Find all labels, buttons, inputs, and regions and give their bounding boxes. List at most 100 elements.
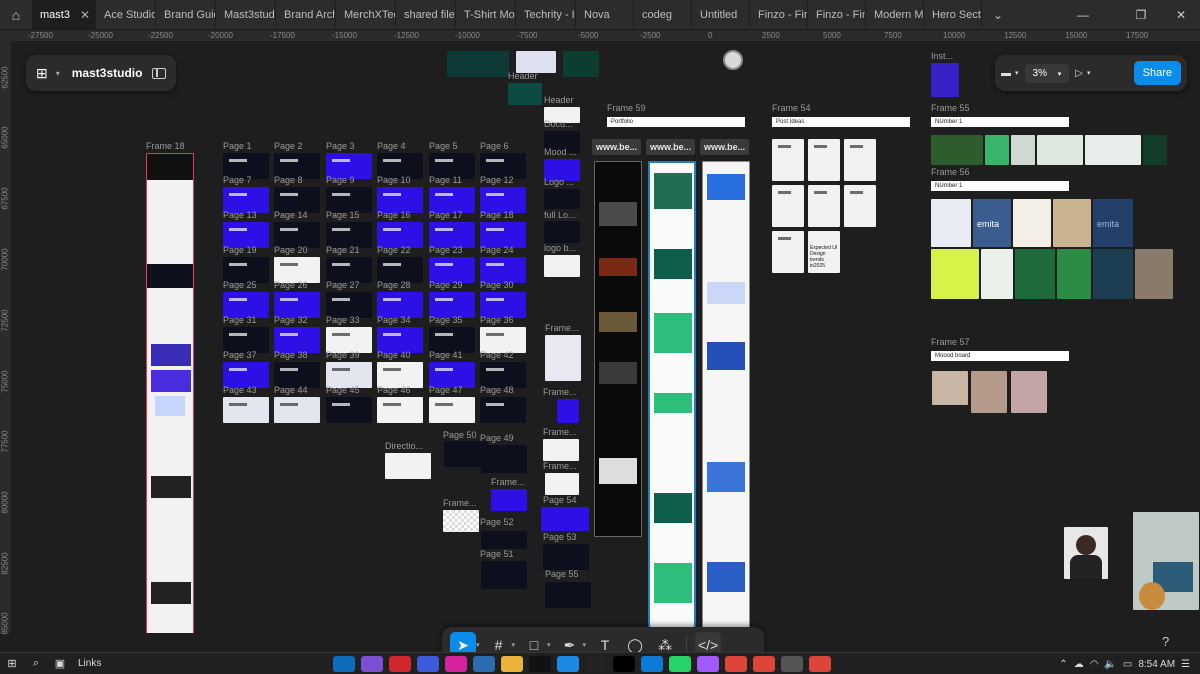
image-thumb[interactable] [931,249,979,299]
post-card[interactable] [808,185,840,227]
page-label[interactable]: Page 32 [274,315,308,325]
outlook-icon[interactable] [333,656,355,672]
page-label[interactable]: Page 3 [326,141,355,151]
page-thumbnail[interactable] [541,507,589,531]
frame-label[interactable]: Frame... [545,323,579,333]
page-label[interactable]: Page 49 [480,433,514,443]
portfolio-site-2[interactable] [648,161,696,631]
volume-icon[interactable]: 🔈 [1104,659,1116,670]
image-thumb[interactable] [1053,199,1091,247]
tab-hero-secti[interactable]: Hero Secti [924,0,982,30]
opera-icon[interactable] [389,656,411,672]
page-label[interactable]: Page 41 [429,350,463,360]
frame-thumbnail[interactable] [544,221,580,243]
url-label[interactable]: www.be... [646,139,696,155]
frame-label[interactable]: Inst... [931,51,953,61]
frame-thumbnail[interactable] [516,51,556,73]
frame-thumbnail[interactable] [447,51,509,77]
page-thumbnail[interactable] [481,561,527,589]
page-thumbnail[interactable] [543,544,589,570]
image-thumb[interactable] [1037,135,1083,165]
frame-label[interactable]: Frame... [543,427,577,437]
tiktok-icon[interactable] [529,656,551,672]
page-label[interactable]: Page 48 [480,385,514,395]
page-label[interactable]: Page 53 [543,532,577,542]
image-thumb[interactable] [932,371,968,405]
notification-icon[interactable]: ☰ [1181,659,1190,670]
image-thumb[interactable] [1135,249,1173,299]
frame-label[interactable]: Frame 55 [931,103,970,113]
page-thumbnail[interactable] [480,397,526,423]
number1-label[interactable]: NUmber 1 [931,117,1069,127]
page-label[interactable]: Page 34 [377,315,411,325]
frame-label[interactable]: Frame... [543,387,577,397]
page-label[interactable]: Page 29 [429,280,463,290]
page-label[interactable]: Page 42 [480,350,514,360]
page-label[interactable]: Page 22 [377,245,411,255]
chevron-down-icon[interactable]: ▾ [583,641,587,649]
frame-thumbnail[interactable] [563,51,599,77]
page-label[interactable]: Page 45 [326,385,360,395]
frame-label[interactable]: logo b... [544,243,576,253]
page-label[interactable]: Page 17 [429,210,463,220]
copilot-icon[interactable] [361,656,383,672]
whatsapp-icon[interactable] [669,656,691,672]
page-label[interactable]: Page 51 [480,549,514,559]
app-icon[interactable] [557,656,579,672]
tab-merchxtec[interactable]: MerchXTec [336,0,396,30]
tab-brand-arch[interactable]: Brand Arch [276,0,336,30]
minimize-icon[interactable]: — [1060,0,1106,30]
frame-thumbnail[interactable] [545,473,579,495]
frame-thumbnail[interactable] [544,255,580,277]
image-thumb[interactable] [981,249,1013,299]
tab-mast3[interactable]: mast3 ✕ [32,0,96,30]
post-card[interactable] [808,139,840,181]
frame-thumbnail[interactable] [557,399,579,423]
page-label[interactable]: Page 4 [377,141,406,151]
frame-thumbnail[interactable] [491,489,527,511]
frame-label[interactable]: Docu... [544,119,573,129]
frame-thumbnail[interactable] [545,335,581,381]
frame-label[interactable]: Frame 59 [607,103,646,113]
portfolio-site-3[interactable] [702,161,750,631]
tab-shared-file[interactable]: shared file [396,0,456,30]
frame-label[interactable]: Frame 56 [931,167,970,177]
page-thumbnail[interactable] [545,582,591,608]
page-label[interactable]: Page 39 [326,350,360,360]
url-label[interactable]: www.be... [592,139,642,155]
page-label[interactable]: Page 46 [377,385,411,395]
close-icon[interactable]: ✕ [80,8,90,22]
frame-label[interactable]: Frame... [543,461,577,471]
tab-modern-mi[interactable]: Modern Mi [866,0,924,30]
page-label[interactable]: Page 10 [377,175,411,185]
chevron-up-icon[interactable]: ⌃ [1059,659,1067,670]
search-icon[interactable]: ⌕ [24,653,48,674]
chevron-down-icon[interactable]: ▾ [547,641,551,649]
frame-18-board[interactable] [146,153,194,633]
frame-label[interactable]: full Lo... [544,210,576,220]
page-thumbnail[interactable] [481,445,527,473]
frame-label[interactable]: Mood ... [544,147,577,157]
page-label[interactable]: Page 27 [326,280,360,290]
tab-techrity[interactable]: Techrity - I [516,0,576,30]
home-icon[interactable]: ⌂ [0,0,32,30]
figma-logo-icon[interactable]: ⊞ [36,65,48,82]
frame-label[interactable]: Header [508,71,538,81]
present-button[interactable]: ▷ ▾ [1075,68,1090,79]
page-label[interactable]: Page 8 [274,175,303,185]
post-card[interactable] [772,185,804,227]
clock[interactable]: 8:54 AM [1138,659,1175,670]
post-card[interactable] [844,185,876,227]
frame-thumbnail[interactable] [508,83,542,105]
page-label[interactable]: Page 37 [223,350,257,360]
layout-selector[interactable]: ▬ ▾ [1001,68,1019,79]
page-label[interactable]: Page 23 [429,245,463,255]
tab-list-chevron-icon[interactable]: ⌄ [986,8,1010,22]
post-card[interactable] [772,231,804,273]
share-button[interactable]: Share [1133,61,1181,85]
chevron-down-icon[interactable]: ▾ [512,641,516,649]
page-thumbnail[interactable] [274,397,320,423]
cursor-avatar[interactable] [723,50,743,70]
portfolio-label[interactable]: Portfolio [607,117,745,127]
page-label[interactable]: Page 52 [480,517,514,527]
